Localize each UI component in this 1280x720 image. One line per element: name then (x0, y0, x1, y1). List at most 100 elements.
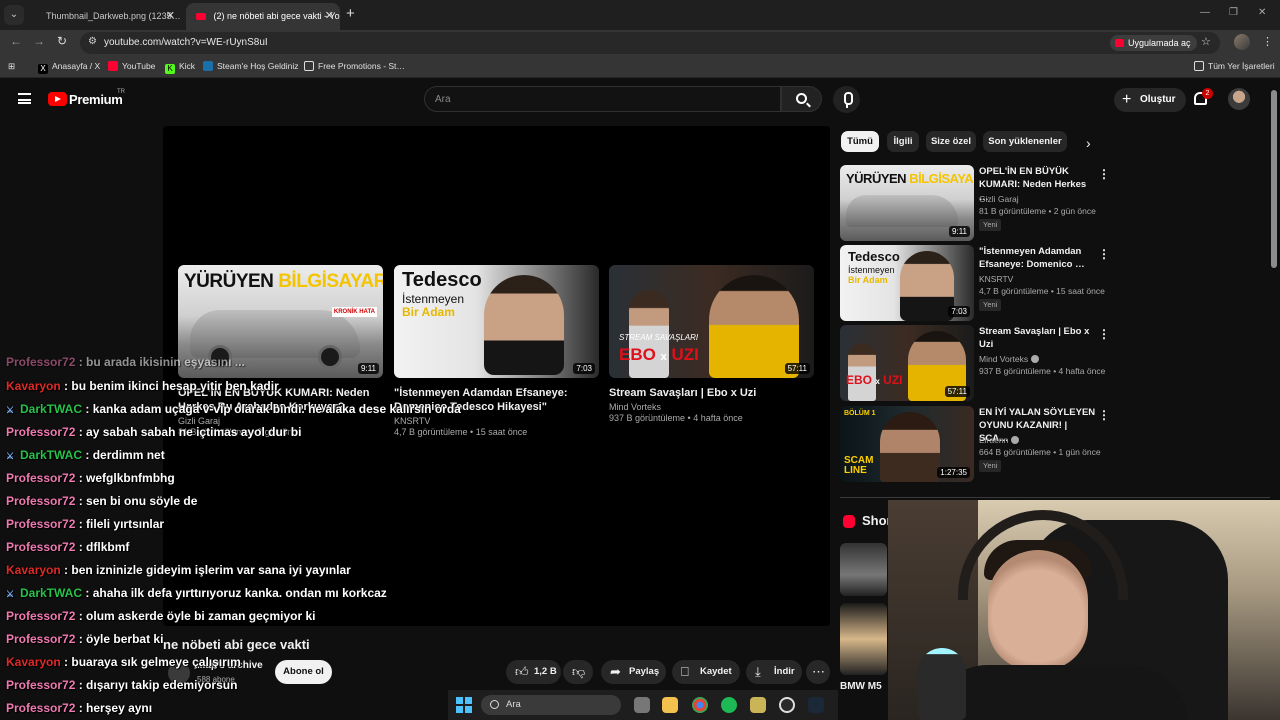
more-options-icon[interactable]: ⋮ (1098, 247, 1110, 261)
download-icon: ⤓ (755, 664, 761, 679)
reload-icon[interactable]: ↻ (57, 34, 67, 48)
thumb-headline: YÜRÜYEN BİLGİSAYAR! (846, 171, 974, 186)
save-button[interactable]: ⎕ Kaydet (672, 660, 740, 684)
site-info-icon[interactable]: ⚙ (88, 36, 97, 47)
share-button[interactable]: ➦ Paylaş (601, 660, 666, 684)
verified-icon (1011, 436, 1020, 444)
apps-grid-icon[interactable]: ⊞ (8, 61, 15, 72)
bookmark-kick[interactable]: K Kick (165, 61, 195, 74)
recommendation-title[interactable]: "İstenmeyen Adamdan Efsaneye: Domenico … (979, 245, 1097, 271)
more-options-icon[interactable]: ⋮ (1098, 167, 1110, 181)
youtube-brand[interactable]: Premium (69, 92, 123, 107)
bookmark-icon: ⎕ (681, 664, 689, 679)
tab-youtube[interactable]: (2) ne nöbeti abi gece vakti - Yo… ✕ (186, 3, 340, 30)
person-image (880, 412, 940, 482)
windows-start-icon[interactable] (456, 697, 472, 713)
divider (840, 497, 1270, 498)
browser-profile-avatar[interactable] (1234, 34, 1250, 50)
taskbar-search[interactable]: Ara (481, 695, 621, 715)
short-thumbnail[interactable] (840, 603, 887, 675)
account-avatar[interactable] (1228, 88, 1250, 110)
app-icon[interactable] (750, 697, 766, 713)
page-scrollbar[interactable] (1271, 90, 1277, 268)
end-card-meta: 4,7 B görüntüleme • 15 saat önce (394, 427, 528, 437)
end-card-video[interactable]: STREAM SAVAŞLARI EBO x UZI 57:11 Stream … (609, 265, 814, 423)
chip-for-you[interactable]: Size özel (926, 131, 976, 152)
thumb-headline: EBO x UZI (846, 373, 903, 387)
smart-speaker-light (918, 648, 966, 720)
recommendation-item[interactable]: EBO x UZI 57:11 Stream Savaşları | Ebo x… (840, 325, 1270, 401)
app-icon[interactable] (779, 697, 795, 713)
subscribe-button[interactable]: Abone ol (275, 660, 332, 684)
thumb-word: x (660, 351, 667, 363)
more-options-icon[interactable]: ⋮ (1098, 408, 1110, 422)
chat-username: Professor72 (6, 632, 76, 646)
bookmark-youtube[interactable]: YouTube (108, 61, 155, 71)
recommendation-thumbnail[interactable]: BÖLÜM 1 SCAM LINE 1:27:35 (840, 406, 974, 482)
youtube-masthead: Premium TR Ara Oluştur 2 (0, 79, 1280, 121)
more-options-icon[interactable]: ⋮ (1098, 327, 1110, 341)
chat-username: Professor72 (6, 609, 76, 623)
recommendation-item[interactable]: Tedesco İstenmeyen Bir Adam 7:03 "İstenme… (840, 245, 1270, 321)
task-view-icon[interactable] (634, 697, 650, 713)
address-bar[interactable]: ⚙ youtube.com/watch?v=WE-rUynS8uI Uygula… (80, 32, 1220, 54)
chip-recently-uploaded[interactable]: Son yüklenenler (983, 131, 1067, 152)
chat-text: : ben izninizle gideyim işlerim var sana… (64, 563, 351, 577)
duration-badge: 7:03 (948, 306, 970, 317)
dislike-button[interactable]: 👎︎ (563, 660, 593, 684)
bookmark-label: Steam'e Hoş Geldiniz (217, 61, 299, 71)
end-card-title[interactable]: Stream Savaşları | Ebo x Uzi (609, 386, 814, 400)
chat-text: : ahaha ilk defa yırttırıyoruz kanka. on… (85, 586, 387, 600)
tab-search-icon[interactable]: ⌄ (4, 5, 24, 25)
recommendation-item[interactable]: YÜRÜYEN BİLGİSAYAR! 9:11 OPEL'İN EN BÜYÜ… (840, 165, 1270, 241)
end-card-thumbnail[interactable]: Tedesco İstenmeyen Bir Adam 7:03 (394, 265, 599, 378)
more-actions-button[interactable]: ⋯ (806, 660, 830, 684)
youtube-logo-icon[interactable] (48, 92, 67, 106)
back-icon[interactable]: ← (10, 34, 22, 48)
bookmark-steam[interactable]: Steam'e Hoş Geldiniz (203, 61, 298, 71)
chrome-icon[interactable] (692, 697, 708, 713)
short-caption[interactable]: BMW M5 (840, 681, 882, 692)
restore-icon[interactable]: ❐ (1229, 7, 1238, 18)
recommendation-thumbnail[interactable]: EBO x UZI 57:11 (840, 325, 974, 401)
file-explorer-icon[interactable] (662, 697, 678, 713)
recommendation-title[interactable]: Stream Savaşları | Ebo x Uzi (979, 325, 1097, 351)
menu-icon[interactable] (18, 93, 31, 104)
close-tab-icon[interactable]: ✕ (325, 3, 334, 30)
download-button[interactable]: ⤓ İndir (746, 660, 802, 684)
search-button[interactable] (781, 86, 822, 112)
close-window-icon[interactable]: ✕ (1258, 7, 1266, 18)
minimize-icon[interactable]: — (1200, 7, 1210, 18)
create-button[interactable]: Oluştur (1114, 88, 1186, 112)
bookmark-free-promotions[interactable]: Free Promotions - St… (304, 61, 405, 71)
recommendation-thumbnail[interactable]: Tedesco İstenmeyen Bir Adam 7:03 (840, 245, 974, 321)
chip-related[interactable]: İlgili (887, 131, 919, 152)
short-thumbnail[interactable] (840, 543, 887, 596)
all-bookmarks[interactable]: Tüm Yer İşaretleri (1194, 61, 1275, 71)
bookmark-star-icon[interactable]: ☆ (1201, 35, 1211, 48)
chip-all[interactable]: Tümü (841, 131, 879, 152)
notification-badge: 2 (1202, 88, 1213, 99)
chat-username: Kavaryon (6, 563, 61, 577)
open-in-app-button[interactable]: Uygulamada aç (1110, 35, 1197, 51)
youtube-favicon-icon (196, 13, 206, 21)
steam-icon[interactable] (808, 697, 824, 713)
thumb-headline: YÜRÜYEN BİLGİSAYAR! (184, 271, 383, 293)
recommendation-item[interactable]: BÖLÜM 1 SCAM LINE 1:27:35 EN İYİ YALAN S… (840, 406, 1270, 482)
chat-username: Professor72 (6, 494, 76, 508)
chevron-right-icon[interactable]: › (1086, 135, 1091, 151)
tab-thumbnail[interactable]: Thumbnail_Darkweb.png (1235… ✕ (36, 3, 181, 30)
bookmark-x[interactable]: X Anasayfa / X (38, 61, 100, 74)
voice-search-icon[interactable] (833, 86, 860, 113)
recommendation-thumbnail[interactable]: YÜRÜYEN BİLGİSAYAR! 9:11 (840, 165, 974, 241)
browser-menu-icon[interactable]: ⋮ (1262, 35, 1273, 48)
search-input[interactable]: Ara (424, 86, 781, 112)
end-card-thumbnail[interactable]: STREAM SAVAŞLARI EBO x UZI 57:11 (609, 265, 814, 378)
chat-username: Professor72 (6, 701, 76, 715)
forward-icon[interactable]: → (33, 34, 45, 48)
spotify-icon[interactable] (721, 697, 737, 713)
close-tab-icon[interactable]: ✕ (166, 3, 175, 30)
new-tab-button[interactable]: + (346, 5, 355, 22)
like-button[interactable]: 👍︎ 1,2 B (506, 660, 561, 684)
thumb-word: YÜRÜYEN (846, 171, 907, 186)
